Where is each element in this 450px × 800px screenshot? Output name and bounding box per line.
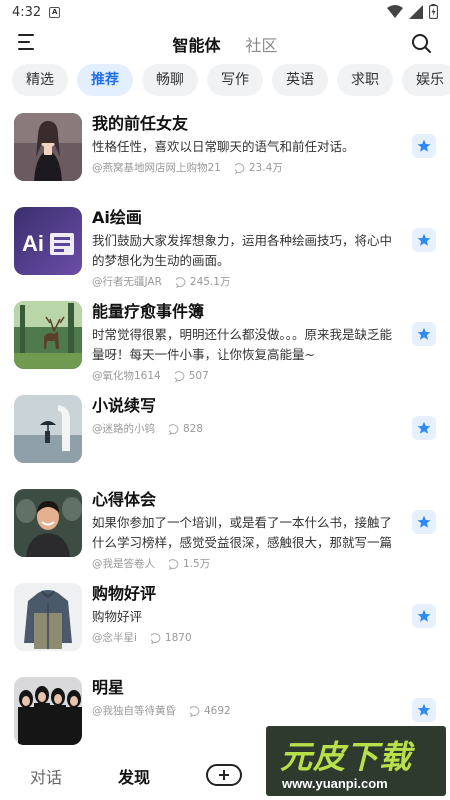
- agent-author: @我是答卷人: [92, 558, 155, 570]
- star-icon: [417, 609, 431, 622]
- agent-description: 如果你参加了一个培训，或是看了一本什么书，接触了什么学习榜样，感觉受益很深，感触…: [92, 515, 392, 550]
- star-icon: [417, 515, 431, 528]
- agent-avatar: [14, 489, 82, 557]
- agent-count: 4692: [204, 705, 231, 717]
- agent-author: @迷路的小钨: [92, 423, 155, 435]
- comment-icon: [150, 632, 161, 644]
- list-item[interactable]: 能量疗愈事件簿 时常觉得很累，明明还什么都没做。。。原来我是缺乏能量呀！每天一件…: [0, 296, 450, 390]
- chip-jobs[interactable]: 求职: [337, 64, 393, 96]
- list-item[interactable]: Ai Ai绘画 我们鼓励大家发挥想象力，运用各种绘画技巧，将心中的梦想化为生动的…: [0, 202, 450, 296]
- list-item[interactable]: 购物好评 购物好评 @念半星i 1870: [0, 578, 450, 672]
- agent-meta: @燕窝基地网店网上购物21 23.4万: [92, 160, 392, 176]
- agent-list: 我的前任女友 性格任性，喜欢以日常聊天的语气和前任对话。 @燕窝基地网店网上购物…: [0, 108, 450, 766]
- plus-icon: [219, 770, 229, 780]
- agent-meta: @念半星i 1870: [92, 630, 392, 646]
- status-bar: 4:32 A: [0, 0, 450, 24]
- nav-discover[interactable]: 发现: [118, 764, 150, 788]
- agent-avatar: [14, 677, 82, 745]
- comment-icon: [234, 162, 245, 174]
- agent-author: @念半星i: [92, 632, 137, 644]
- agent-count: 23.4万: [248, 162, 283, 174]
- agent-avatar: [14, 301, 82, 369]
- comment-icon: [169, 423, 179, 435]
- comment-icon: [175, 276, 186, 288]
- chip-writing[interactable]: 写作: [207, 64, 263, 96]
- comment-icon: [190, 705, 200, 717]
- add-button[interactable]: [206, 764, 242, 786]
- chip-english[interactable]: 英语: [272, 64, 328, 96]
- status-icons: [387, 4, 438, 19]
- agent-description: 购物好评: [92, 609, 143, 624]
- battery-icon: [429, 4, 438, 19]
- chip-entertainment[interactable]: 娱乐: [402, 64, 450, 96]
- status-time: 4:32: [12, 4, 42, 20]
- category-chips: 精选 推荐 畅聊 写作 英语 求职 娱乐: [12, 64, 450, 98]
- chip-recommended[interactable]: 推荐: [77, 64, 133, 96]
- agent-name: 小说续写: [92, 396, 157, 415]
- agent-name: 心得体会: [92, 490, 157, 509]
- star-icon: [417, 327, 431, 340]
- favorite-star-button[interactable]: [412, 228, 436, 252]
- star-icon: [417, 703, 431, 716]
- star-icon: [417, 139, 431, 152]
- favorite-star-button[interactable]: [412, 134, 436, 158]
- agent-meta: @我是答卷人 1.5万: [92, 556, 392, 572]
- agent-name: 我的前任女友: [92, 114, 189, 133]
- agent-count: 245.1万: [189, 276, 231, 288]
- agent-count: 1.5万: [183, 558, 211, 570]
- agent-avatar: [14, 583, 82, 651]
- nav-chat[interactable]: 对话: [30, 764, 62, 788]
- agent-name: 明星: [92, 678, 125, 697]
- agent-description: 我们鼓励大家发挥想象力，运用各种绘画技巧，将心中的梦想化为生动的画面。: [92, 233, 392, 268]
- agent-name: 购物好评: [92, 584, 157, 603]
- agent-avatar: [14, 395, 82, 463]
- watermark-url: www.yuanpi.com: [282, 776, 388, 791]
- search-icon[interactable]: [410, 32, 432, 54]
- agent-name: Ai绘画: [92, 208, 142, 227]
- chip-featured[interactable]: 精选: [12, 64, 68, 96]
- tab-agents[interactable]: 智能体: [172, 32, 220, 56]
- agent-count: 507: [188, 370, 209, 382]
- tab-community[interactable]: 社区: [246, 32, 278, 56]
- agent-meta: @我独自等待黄昏 4692: [92, 703, 392, 719]
- agent-description: 性格任性，喜欢以日常聊天的语气和前任对话。: [92, 139, 355, 154]
- agent-count: 828: [183, 423, 204, 435]
- agent-meta: @氧化物1614 507: [92, 368, 392, 384]
- top-tabs: 智能体 社区: [0, 32, 450, 56]
- svg-text:Ai: Ai: [22, 231, 44, 256]
- agent-description: 时常觉得很累，明明还什么都没做。。。原来我是缺乏能量呀！每天一件小事，让你恢复高…: [92, 327, 392, 362]
- list-item[interactable]: 我的前任女友 性格任性，喜欢以日常聊天的语气和前任对话。 @燕窝基地网店网上购物…: [0, 108, 450, 202]
- favorite-star-button[interactable]: [412, 698, 436, 722]
- agent-author: @行者无疆JAR: [92, 276, 162, 288]
- agent-avatar: Ai: [14, 207, 82, 275]
- watermark-title: 元皮下载: [280, 738, 413, 776]
- agent-meta: @行者无疆JAR 245.1万: [92, 274, 392, 290]
- list-item[interactable]: 小说续写 @迷路的小钨 828: [0, 390, 450, 484]
- agent-author: @氧化物1614: [92, 370, 161, 382]
- agent-author: @燕窝基地网店网上购物21: [92, 162, 221, 174]
- star-icon: [417, 233, 431, 246]
- chip-chat[interactable]: 畅聊: [142, 64, 198, 96]
- agent-name: 能量疗愈事件簿: [92, 302, 205, 321]
- wifi-icon: [387, 4, 403, 18]
- favorite-star-button[interactable]: [412, 416, 436, 440]
- agent-meta: @迷路的小钨 828: [92, 421, 392, 437]
- notification-icon: A: [49, 6, 61, 18]
- star-icon: [417, 421, 431, 434]
- signal-icon: [409, 4, 423, 19]
- comment-icon: [174, 370, 185, 382]
- list-item[interactable]: 心得体会 如果你参加了一个培训，或是看了一本什么书，接触了什么学习榜样，感觉受益…: [0, 484, 450, 578]
- app-header: 智能体 社区: [0, 24, 450, 62]
- agent-count: 1870: [164, 632, 192, 644]
- agent-avatar: [14, 113, 82, 181]
- favorite-star-button[interactable]: [412, 322, 436, 346]
- favorite-star-button[interactable]: [412, 510, 436, 534]
- watermark-logo: 元皮下载 www.yuanpi.com: [266, 726, 446, 796]
- favorite-star-button[interactable]: [412, 604, 436, 628]
- comment-icon: [169, 558, 179, 570]
- agent-author: @我独自等待黄昏: [92, 705, 176, 717]
